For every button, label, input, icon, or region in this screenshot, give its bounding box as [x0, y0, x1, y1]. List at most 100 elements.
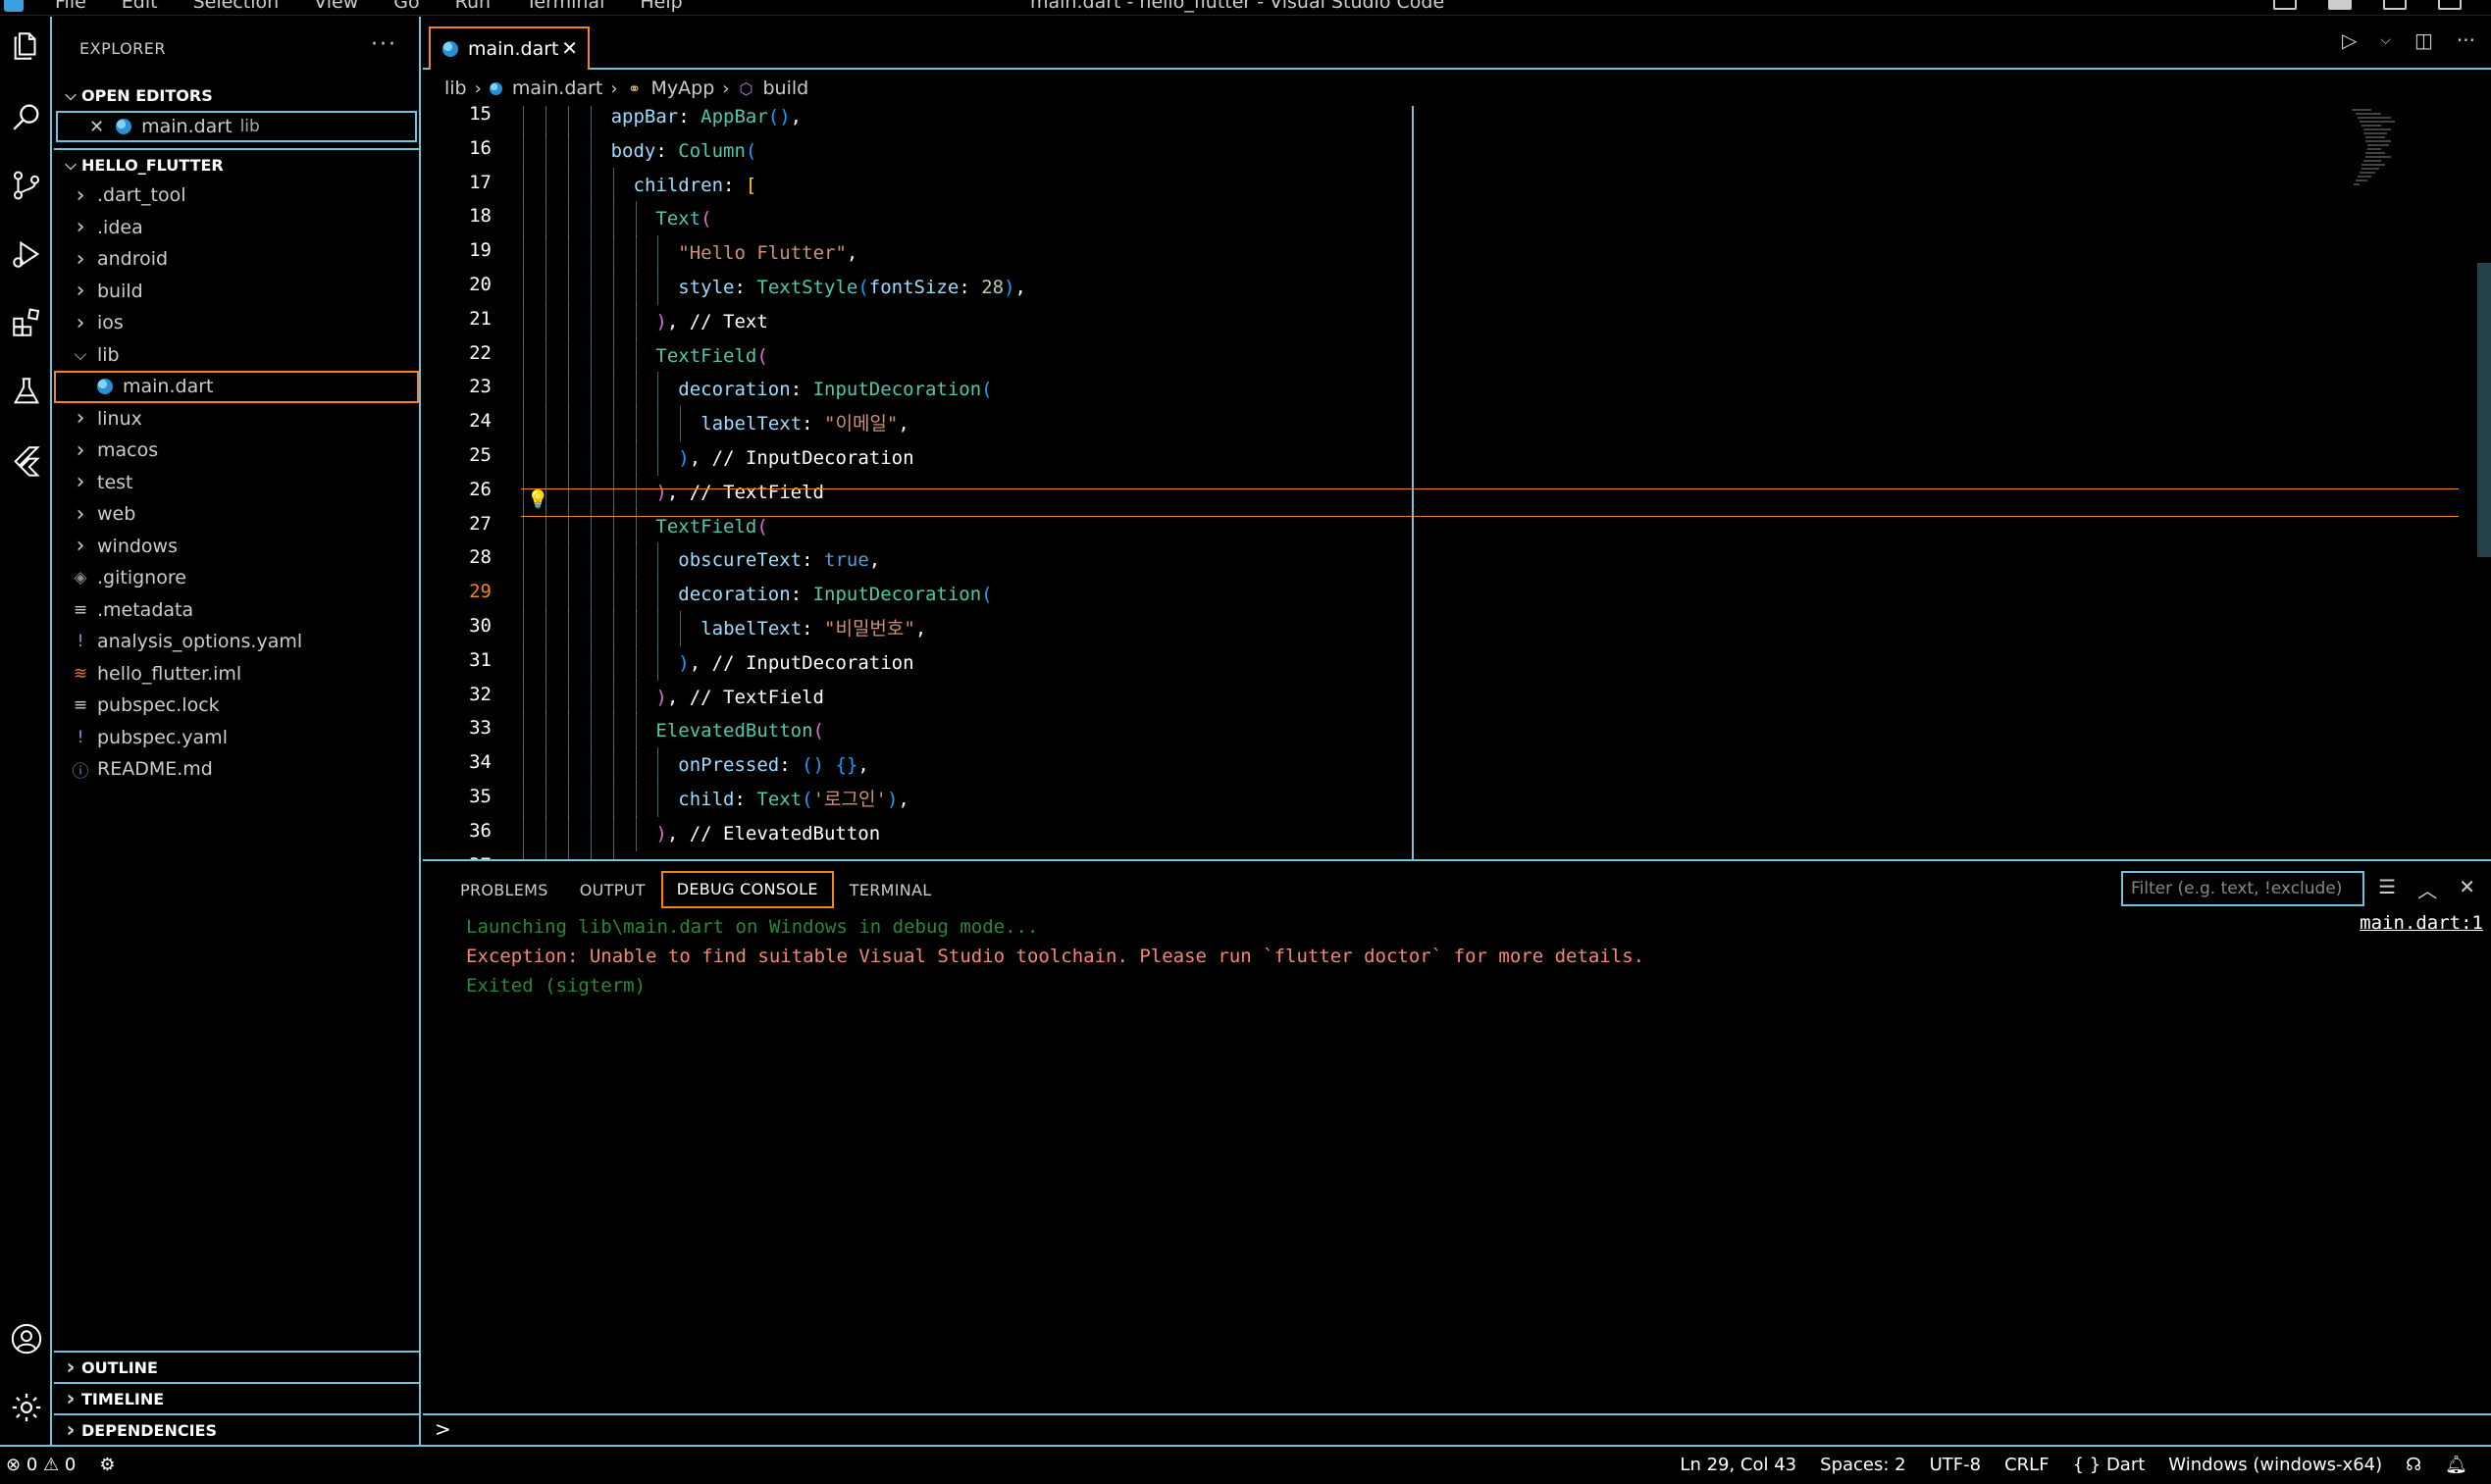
maximize-panel-icon[interactable]: ︿	[2417, 875, 2437, 903]
tree-item[interactable]: › android	[54, 243, 419, 276]
settings-gear-icon[interactable]	[0, 1378, 52, 1437]
explorer-icon[interactable]	[0, 17, 52, 76]
code-line[interactable]: ), // TextField	[655, 684, 824, 711]
line-ending[interactable]: CRLF	[2004, 1455, 2049, 1475]
collapsed-section[interactable]: › TIMELINE	[54, 1382, 419, 1413]
code-line[interactable]: ), // Text	[655, 308, 767, 335]
tab-main-dart[interactable]: main.dart ✕	[429, 26, 590, 70]
minimap[interactable]	[2352, 106, 2440, 204]
open-editors-section[interactable]: ⌵ OPEN EDITORS	[54, 79, 419, 111]
code-line[interactable]: appBar: AppBar(),	[611, 106, 803, 130]
toggle-panel-icon[interactable]	[2328, 0, 2352, 10]
tree-item[interactable]: › linux	[54, 403, 419, 435]
account-icon[interactable]	[0, 1309, 52, 1368]
code-editor[interactable]: 15 16 17 18 19 20 21 22 23 24 25 26 27 28 29 30 31 32 33 34…	[423, 106, 2491, 859]
menu-item[interactable]: Help	[640, 0, 682, 13]
code-line[interactable]: labelText: "이메일",	[701, 410, 909, 437]
tree-item[interactable]: ≡ .metadata	[54, 594, 419, 627]
menu-item[interactable]: File	[55, 0, 86, 13]
breadcrumb-lib[interactable]: lib	[444, 77, 467, 99]
tree-item[interactable]: › windows	[54, 531, 419, 563]
code-line[interactable]: ), // InputDecoration	[678, 444, 913, 472]
breadcrumb-class[interactable]: MyApp	[651, 77, 715, 99]
editor-scrollbar[interactable]	[2477, 263, 2491, 557]
customize-layout-icon[interactable]	[2438, 0, 2462, 10]
cursor-position[interactable]: Ln 29, Col 43	[1680, 1455, 1796, 1475]
breadcrumb-file[interactable]: main.dart	[512, 77, 602, 99]
tree-item[interactable]: main.dart	[54, 371, 419, 403]
menu-item[interactable]: View	[314, 0, 358, 13]
tree-item[interactable]: ≋ hello_flutter.iml	[54, 658, 419, 691]
toggle-secondary-sidebar-icon[interactable]	[2383, 0, 2407, 10]
problems-status[interactable]: ⊗ 0 ⚠ 0	[6, 1455, 76, 1475]
code-line[interactable]: decoration: InputDecoration(	[678, 581, 992, 608]
code-line[interactable]: style: TextStyle(fontSize: 28),	[678, 274, 1026, 301]
search-icon[interactable]	[0, 87, 52, 146]
source-control-icon[interactable]	[0, 156, 52, 215]
panel-tab[interactable]: PROBLEMS	[444, 871, 564, 908]
code-line[interactable]: TextField(	[655, 342, 767, 370]
close-tab-icon[interactable]: ✕	[561, 36, 578, 60]
code-line[interactable]: onPressed: () {},	[678, 751, 869, 779]
collapsed-section[interactable]: › OUTLINE	[54, 1351, 419, 1382]
code-line[interactable]: ), // ElevatedButton	[655, 820, 880, 847]
split-editor-icon[interactable]: ◫	[2414, 28, 2433, 52]
tree-item[interactable]: ≡ pubspec.lock	[54, 690, 419, 722]
source-link[interactable]: main.dart:1	[2360, 912, 2483, 934]
code-line[interactable]: Text(	[655, 205, 711, 232]
tree-item[interactable]: › macos	[54, 435, 419, 467]
collapsed-section[interactable]: › DEPENDENCIES	[54, 1413, 419, 1445]
breadcrumb-method[interactable]: build	[762, 77, 808, 99]
tree-item[interactable]: ! analysis_options.yaml	[54, 626, 419, 658]
tree-item[interactable]: › test	[54, 467, 419, 499]
tree-item[interactable]: ◈ .gitignore	[54, 562, 419, 594]
console-filter-input[interactable]: Filter (e.g. text, !exclude)	[2121, 871, 2364, 906]
extensions-icon[interactable]	[0, 293, 52, 352]
lightbulb-icon[interactable]: 💡	[527, 489, 548, 510]
device-selector[interactable]: Windows (windows-x64)	[2168, 1455, 2382, 1475]
panel-tab[interactable]: DEBUG CONSOLE	[660, 871, 834, 908]
close-icon[interactable]: ✕	[89, 117, 104, 137]
tree-item[interactable]: ! pubspec.yaml	[54, 722, 419, 754]
open-editor-item[interactable]: ✕ main.dart lib	[56, 111, 417, 142]
toggle-sidebar-icon[interactable]	[2273, 0, 2297, 10]
debug-icon[interactable]: ⚙	[99, 1455, 115, 1475]
tree-item[interactable]: › .idea	[54, 212, 419, 244]
code-line[interactable]: decoration: InputDecoration(	[678, 376, 992, 403]
tree-item[interactable]: › web	[54, 498, 419, 531]
language-mode[interactable]: { } Dart	[2073, 1455, 2146, 1475]
menu-item[interactable]: Terminal	[526, 0, 604, 13]
encoding[interactable]: UTF-8	[1930, 1455, 1981, 1475]
menu-item[interactable]: Run	[455, 0, 491, 13]
tree-item[interactable]: › build	[54, 276, 419, 308]
clear-console-icon[interactable]: ☰	[2378, 875, 2396, 903]
tree-item[interactable]: › ios	[54, 307, 419, 339]
panel-tab[interactable]: OUTPUT	[564, 871, 661, 908]
chevron-down-icon[interactable]: ⌵	[2380, 32, 2391, 48]
testing-icon[interactable]	[0, 362, 52, 421]
menu-item[interactable]: Go	[393, 0, 419, 13]
project-section[interactable]: ⌵ HELLO_FLUTTER	[54, 148, 419, 179]
notifications-bell-icon[interactable]: 🔔︎	[2445, 1455, 2467, 1475]
menu-item[interactable]: Edit	[122, 0, 158, 13]
more-actions-icon[interactable]: ···	[2457, 28, 2475, 52]
code-line[interactable]: "Hello Flutter",	[678, 239, 857, 267]
code-line[interactable]: ElevatedButton(	[655, 717, 824, 744]
code-content[interactable]: appBar: AppBar(), body: Column( children: …	[521, 106, 2385, 859]
menu-item[interactable]: Selection	[193, 0, 280, 13]
close-panel-icon[interactable]: ✕	[2459, 875, 2475, 903]
code-line[interactable]: ), // InputDecoration	[678, 649, 913, 677]
tree-item[interactable]: ⓘ README.md	[54, 753, 419, 786]
tree-item[interactable]: ⌵ lib	[54, 339, 419, 372]
code-line[interactable]: child: Text('로그인'),	[678, 786, 909, 813]
more-actions-icon[interactable]: ···	[371, 32, 397, 57]
flutter-icon[interactable]	[0, 431, 52, 489]
debug-console-input[interactable]: >	[423, 1413, 2491, 1445]
code-line[interactable]: children: [	[634, 172, 757, 199]
run-icon[interactable]: ▷	[2342, 28, 2357, 52]
code-line[interactable]: obscureText: true,	[678, 546, 880, 574]
code-line[interactable]: body: Column(	[611, 137, 757, 165]
code-line[interactable]: labelText: "비밀번호",	[701, 615, 926, 642]
panel-tab[interactable]: TERMINAL	[834, 871, 948, 908]
tree-item[interactable]: › .dart_tool	[54, 179, 419, 212]
